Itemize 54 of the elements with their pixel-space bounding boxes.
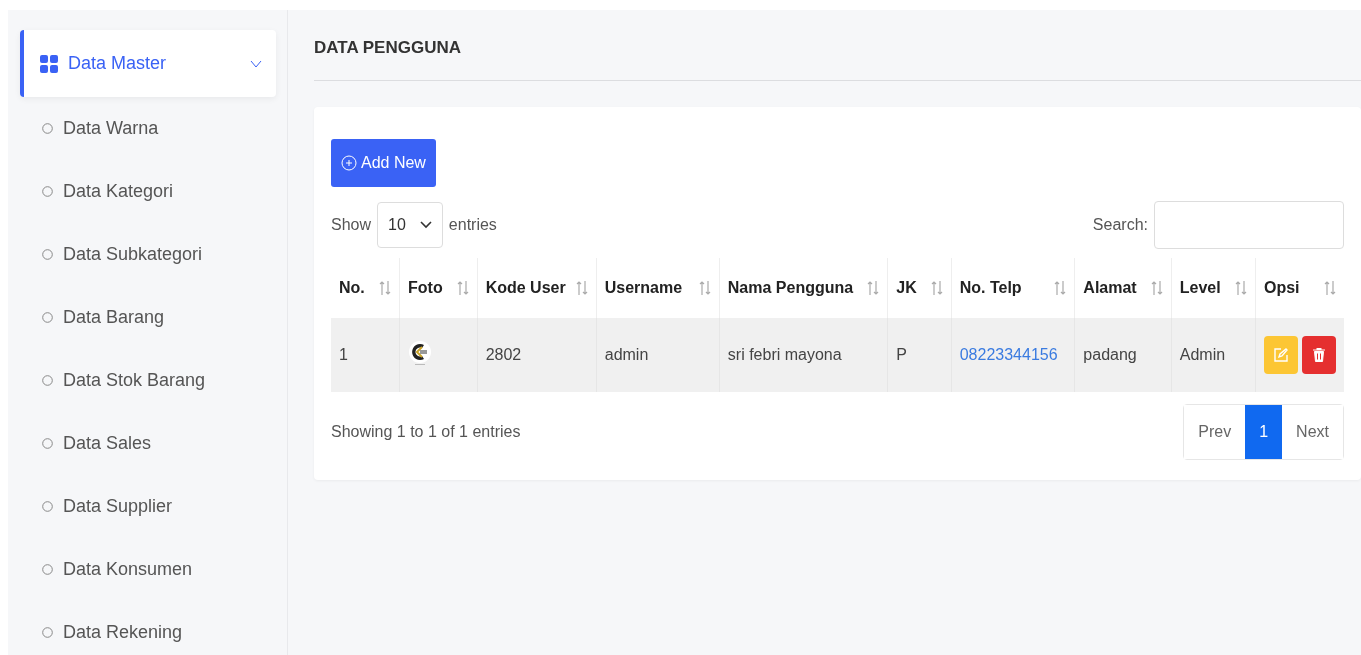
sort-icon <box>379 280 392 296</box>
sidebar-item[interactable]: Data Stok Barang <box>20 349 276 412</box>
trash-icon <box>1313 348 1325 362</box>
sort-icon <box>867 280 880 296</box>
table-cell: padang <box>1074 318 1172 392</box>
table-cell: admin <box>596 318 720 392</box>
entries-select[interactable]: 10 <box>377 202 443 248</box>
sidebar-item[interactable]: Data Konsumen <box>20 538 276 601</box>
table-cell: P <box>887 318 952 392</box>
circle-icon <box>42 501 53 512</box>
page-title: DATA PENGGUNA <box>314 10 1361 81</box>
circle-icon <box>42 249 53 260</box>
grid-icon <box>40 54 58 73</box>
circle-icon <box>42 123 53 134</box>
sidebar-item[interactable]: Data Barang <box>20 286 276 349</box>
menu-header[interactable]: Data Master <box>20 30 276 97</box>
delete-button[interactable] <box>1302 336 1336 374</box>
sidebar-item[interactable]: Data Supplier <box>20 475 276 538</box>
sort-icon <box>1150 280 1163 296</box>
edit-icon <box>1274 348 1288 362</box>
circle-icon <box>42 186 53 197</box>
sidebar-item[interactable]: Data Subkategori <box>20 223 276 286</box>
plus-circle-icon <box>341 155 357 171</box>
circle-icon <box>42 627 53 638</box>
chevron-icon <box>419 221 432 229</box>
page-button[interactable]: 1 <box>1245 405 1283 459</box>
search-field[interactable] <box>1154 201 1344 249</box>
sort-icon <box>1324 280 1336 296</box>
sort-icon <box>1054 280 1067 296</box>
entries-info: Showing 1 to 1 of 1 entries <box>331 423 521 441</box>
circle-icon <box>42 564 53 575</box>
sort-icon <box>1235 280 1247 296</box>
phone-link[interactable]: 08223344156 <box>959 346 1058 363</box>
table-cell: sri febri mayona <box>719 318 888 392</box>
sort-icon <box>698 280 711 296</box>
sidebar-item[interactable]: Data Warna <box>20 97 276 160</box>
menu-label: Data Master <box>68 53 168 74</box>
sort-icon <box>930 280 943 296</box>
sidebar-item[interactable]: Data Kategori <box>20 160 276 223</box>
sidebar-item[interactable]: Data Sales <box>20 412 276 475</box>
sidebar-item[interactable]: Data Rekening <box>20 601 276 655</box>
sort-icon <box>456 280 469 296</box>
entries-label: entries <box>448 216 497 234</box>
circle-icon <box>42 312 53 323</box>
table-cell: 2802 <box>477 318 597 392</box>
search-label: Search: <box>1092 216 1148 234</box>
table-cell: 1 <box>331 318 400 392</box>
circle-icon <box>42 375 53 386</box>
show-label: Show <box>331 216 372 234</box>
sort-icon <box>575 280 588 296</box>
add-new-button[interactable]: Add New <box>331 139 436 187</box>
table-cell: Admin <box>1171 318 1256 392</box>
circle-icon <box>42 438 53 449</box>
column-header[interactable]: Opsi <box>1255 258 1344 318</box>
